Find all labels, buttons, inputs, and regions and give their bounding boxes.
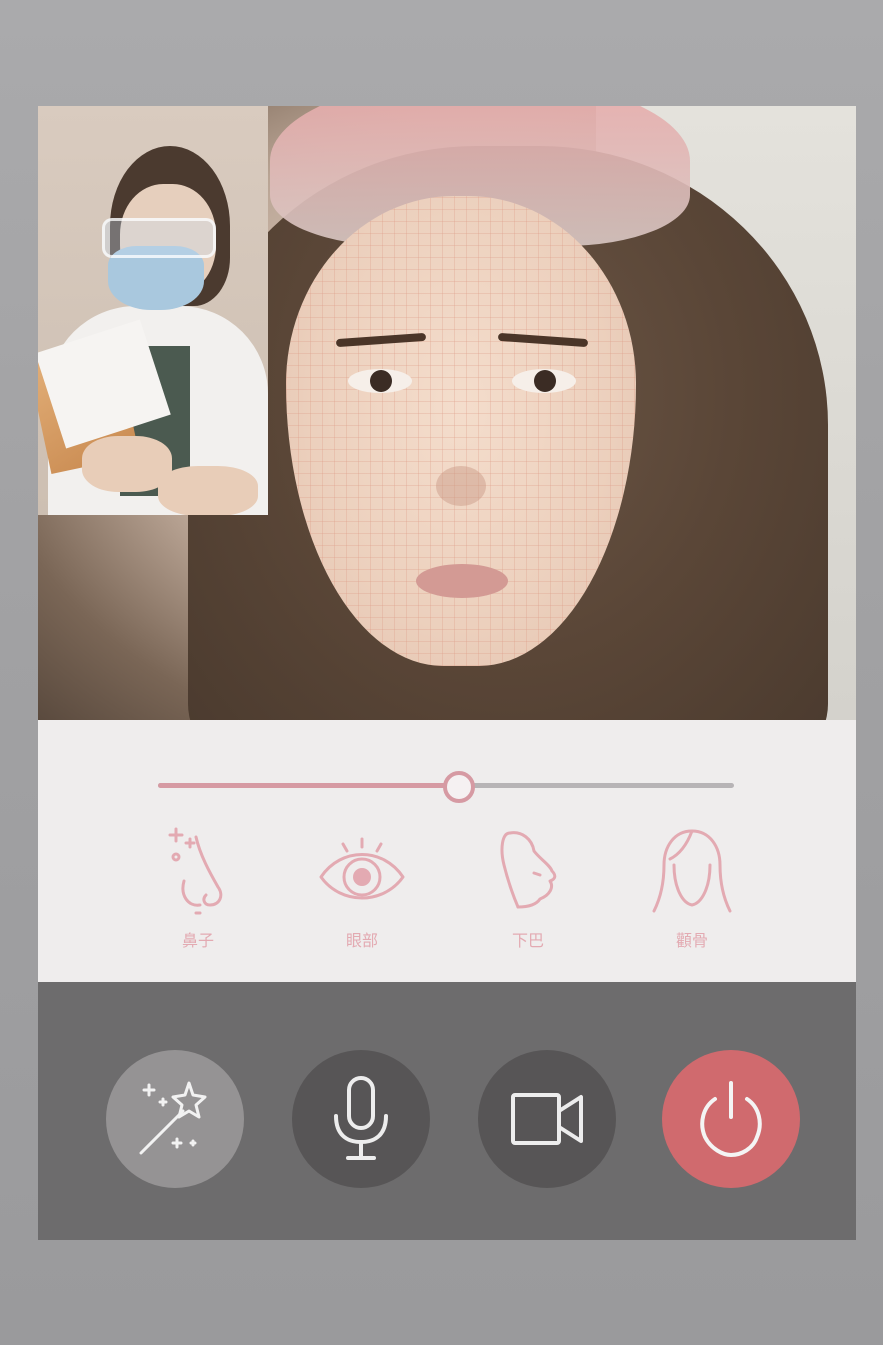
microphone-button[interactable] bbox=[292, 1050, 430, 1188]
nose-icon bbox=[168, 827, 223, 915]
feature-label-cheekbone: 顴骨 bbox=[675, 931, 708, 950]
main-video-feed bbox=[38, 106, 856, 720]
eye-icon bbox=[319, 837, 405, 900]
safety-glasses bbox=[102, 218, 216, 258]
end-call-button[interactable] bbox=[662, 1050, 800, 1188]
eye-left bbox=[348, 369, 412, 393]
microphone-icon bbox=[334, 1076, 388, 1160]
power-icon bbox=[700, 1081, 762, 1158]
feature-cheekbone[interactable]: 顴骨 bbox=[632, 825, 752, 960]
adjustment-panel: 鼻子 眼部 下巴 顴骨 bbox=[38, 720, 856, 982]
video-toggle-button[interactable] bbox=[478, 1050, 616, 1188]
beauty-filter-button[interactable] bbox=[106, 1050, 244, 1188]
feature-eye[interactable]: 眼部 bbox=[302, 825, 422, 960]
pip-video-feed[interactable] bbox=[38, 106, 268, 515]
eye-right bbox=[512, 369, 576, 393]
nose bbox=[436, 466, 486, 506]
adjustment-slider[interactable] bbox=[158, 771, 734, 803]
lips bbox=[416, 564, 508, 598]
feature-nose[interactable]: 鼻子 bbox=[138, 825, 258, 960]
feature-chin[interactable]: 下巴 bbox=[468, 825, 588, 960]
feature-label-eye: 眼部 bbox=[345, 931, 378, 950]
slider-thumb[interactable] bbox=[442, 771, 475, 803]
video-camera-icon bbox=[511, 1093, 583, 1145]
slider-fill bbox=[158, 783, 458, 788]
call-control-bar bbox=[38, 982, 856, 1240]
cheekbone-icon bbox=[652, 829, 732, 913]
video-call-screen: 鼻子 眼部 下巴 顴骨 bbox=[38, 106, 856, 1240]
chin-icon bbox=[500, 831, 557, 909]
feature-label-nose: 鼻子 bbox=[181, 931, 214, 950]
magic-wand-icon bbox=[139, 1081, 207, 1155]
feature-label-chin: 下巴 bbox=[511, 931, 544, 950]
